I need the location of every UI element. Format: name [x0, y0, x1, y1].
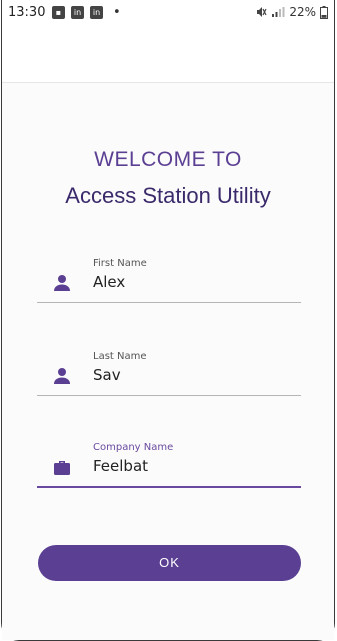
person-icon	[54, 275, 70, 291]
last-name-field[interactable]: Last Name	[37, 349, 301, 396]
app-name-title: Access Station Utility	[65, 183, 271, 208]
first-name-label: First Name	[93, 258, 147, 269]
briefcase-icon	[54, 461, 70, 475]
first-name-field[interactable]: First Name	[37, 256, 301, 303]
last-name-input[interactable]	[93, 366, 283, 384]
device-screen: 13:30 ▪ in in • 22% WELCOME TO Access St…	[1, 0, 335, 641]
status-time: 13:30	[8, 5, 46, 20]
status-right: 22%	[255, 5, 328, 19]
notification-icons: ▪ in in •	[52, 5, 121, 20]
welcome-heading: WELCOME TO	[94, 148, 242, 171]
company-name-label: Company Name	[93, 442, 174, 453]
message-icon: ▪	[52, 6, 65, 19]
first-name-input[interactable]	[93, 273, 283, 291]
ok-button[interactable]: OK	[38, 545, 301, 581]
linkedin-icon: in	[90, 6, 103, 19]
person-icon	[54, 368, 70, 384]
status-bar: 13:30 ▪ in in • 22%	[2, 0, 334, 28]
mute-icon	[257, 7, 267, 17]
battery-percent: 22%	[289, 5, 316, 19]
battery-icon	[320, 5, 328, 19]
company-name-field[interactable]: Company Name	[37, 440, 301, 488]
last-name-label: Last Name	[93, 351, 147, 362]
linkedin-icon: in	[71, 6, 84, 19]
signal-icon	[272, 7, 285, 17]
notification-dot: •	[113, 5, 121, 20]
company-name-input[interactable]	[93, 457, 283, 475]
welcome-form: WELCOME TO Access Station Utility First …	[2, 83, 334, 640]
app-bar	[2, 28, 334, 83]
